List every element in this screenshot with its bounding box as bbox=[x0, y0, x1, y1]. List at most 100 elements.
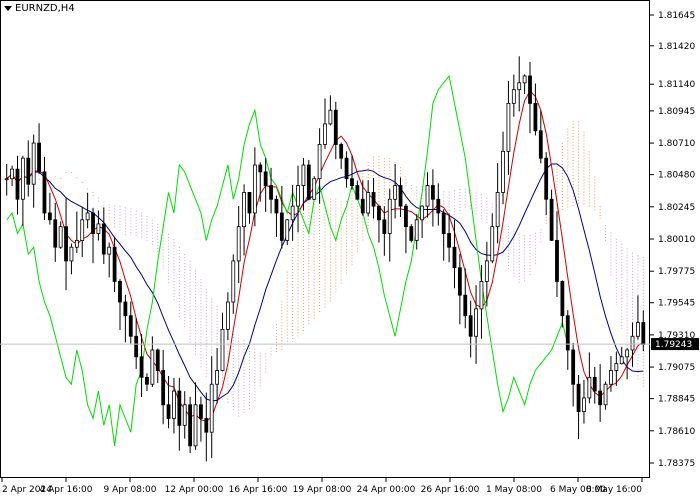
candle-body bbox=[571, 349, 576, 385]
candle-body bbox=[636, 322, 640, 337]
candle-body bbox=[64, 226, 68, 262]
candle-body bbox=[522, 75, 527, 84]
x-tick-label: 9 Apr 08:00 bbox=[104, 485, 157, 495]
candle-body bbox=[576, 383, 581, 413]
candle-body bbox=[441, 212, 446, 234]
y-tick-label: 1.80945 bbox=[658, 107, 695, 117]
candle-body bbox=[236, 226, 241, 262]
candle-body bbox=[306, 164, 311, 200]
candle-body bbox=[155, 349, 160, 371]
candle-body bbox=[328, 109, 333, 125]
candle-body bbox=[517, 82, 522, 91]
x-tick-label: 1 May 08:00 bbox=[486, 485, 542, 495]
candle-body bbox=[85, 212, 90, 221]
candle-body bbox=[296, 185, 300, 207]
candle-body bbox=[630, 335, 635, 351]
candle-body bbox=[565, 315, 570, 351]
candle-body bbox=[404, 205, 408, 228]
candle-body bbox=[436, 198, 441, 214]
candle-body bbox=[193, 404, 198, 447]
candle-body bbox=[209, 383, 214, 433]
candle-body bbox=[625, 349, 630, 358]
candle-body bbox=[587, 376, 592, 399]
candle-body bbox=[15, 168, 20, 200]
candle-body bbox=[323, 123, 327, 145]
x-tick-label: 19 Apr 08:00 bbox=[293, 485, 352, 495]
candle-body bbox=[506, 102, 511, 152]
candle-body bbox=[463, 294, 468, 317]
candle-body bbox=[182, 404, 187, 426]
candle-body bbox=[457, 267, 462, 296]
candle-body bbox=[592, 376, 597, 392]
candle-body bbox=[42, 171, 47, 214]
candle-body bbox=[31, 142, 36, 185]
candle-body bbox=[269, 185, 273, 200]
y-tick-label: 1.81140 bbox=[658, 80, 695, 90]
candle-body bbox=[80, 219, 85, 241]
candle-body bbox=[377, 205, 381, 221]
candle-body bbox=[139, 356, 144, 378]
candle-body bbox=[430, 185, 435, 200]
candle-body bbox=[74, 239, 79, 248]
candle-body bbox=[420, 205, 425, 221]
candle-body bbox=[641, 322, 646, 345]
candle-body bbox=[215, 370, 220, 385]
candle-body bbox=[112, 246, 117, 282]
candle-body bbox=[128, 315, 133, 337]
candle-body bbox=[533, 102, 538, 132]
dropdown-triangle-icon bbox=[4, 6, 12, 11]
y-tick-label: 1.81645 bbox=[658, 11, 695, 21]
candle-body bbox=[101, 223, 106, 255]
x-tick-label: 8 May 16:00 bbox=[586, 485, 642, 495]
candle-body bbox=[242, 192, 246, 228]
candle-body bbox=[4, 178, 9, 181]
candle-body bbox=[107, 246, 112, 255]
y-tick-label: 1.80010 bbox=[658, 235, 695, 245]
candle-body bbox=[231, 260, 236, 303]
candle-body bbox=[252, 164, 257, 214]
candle-body bbox=[544, 157, 549, 200]
candle-body bbox=[58, 226, 63, 248]
x-tick-label: 26 Apr 16:00 bbox=[421, 485, 480, 495]
candle-body bbox=[177, 390, 182, 426]
candle-body bbox=[290, 205, 295, 221]
candle-body bbox=[333, 109, 338, 145]
candle-body bbox=[161, 370, 166, 406]
candle-body bbox=[393, 185, 398, 200]
candle-body bbox=[484, 260, 489, 282]
symbol-text: EURNZD,H4 bbox=[15, 3, 75, 14]
candle-body bbox=[188, 404, 193, 447]
candle-body bbox=[452, 246, 457, 269]
candle-body bbox=[204, 418, 209, 433]
candle-body bbox=[609, 370, 613, 385]
candle-body bbox=[598, 390, 603, 406]
price-tag-text: 1.79243 bbox=[655, 340, 692, 350]
candle-body bbox=[538, 130, 543, 159]
candle-body bbox=[10, 168, 14, 180]
candle-body bbox=[409, 226, 414, 241]
candle-body bbox=[549, 198, 554, 241]
candle-body bbox=[274, 198, 279, 214]
y-tick-label: 1.78610 bbox=[658, 427, 695, 437]
candle-body bbox=[20, 157, 25, 200]
y-tick-label: 1.80245 bbox=[658, 203, 695, 213]
candle-body bbox=[382, 219, 387, 234]
candle-body bbox=[91, 212, 95, 234]
candle-body bbox=[69, 246, 74, 262]
candle-body bbox=[360, 198, 365, 214]
candle-body bbox=[614, 363, 619, 371]
candle-body bbox=[145, 376, 149, 385]
ichimoku-chart: 1.81645 1.81420 1.81140 1.80945 1.80710 1.804… bbox=[0, 0, 700, 500]
candle-body bbox=[301, 164, 306, 186]
candle-body bbox=[479, 281, 484, 310]
candle-body bbox=[501, 150, 505, 193]
candle-body bbox=[26, 157, 31, 185]
y-tick-label: 1.78845 bbox=[658, 395, 695, 405]
candle-body bbox=[279, 212, 284, 241]
candle-body bbox=[285, 219, 290, 241]
candle-body bbox=[528, 75, 532, 104]
candle-body bbox=[312, 178, 317, 200]
candle-body bbox=[53, 219, 58, 248]
y-tick-label: 1.80480 bbox=[658, 171, 695, 181]
chart-svg: 1.81645 1.81420 1.81140 1.80945 1.80710 1.804… bbox=[0, 0, 700, 500]
